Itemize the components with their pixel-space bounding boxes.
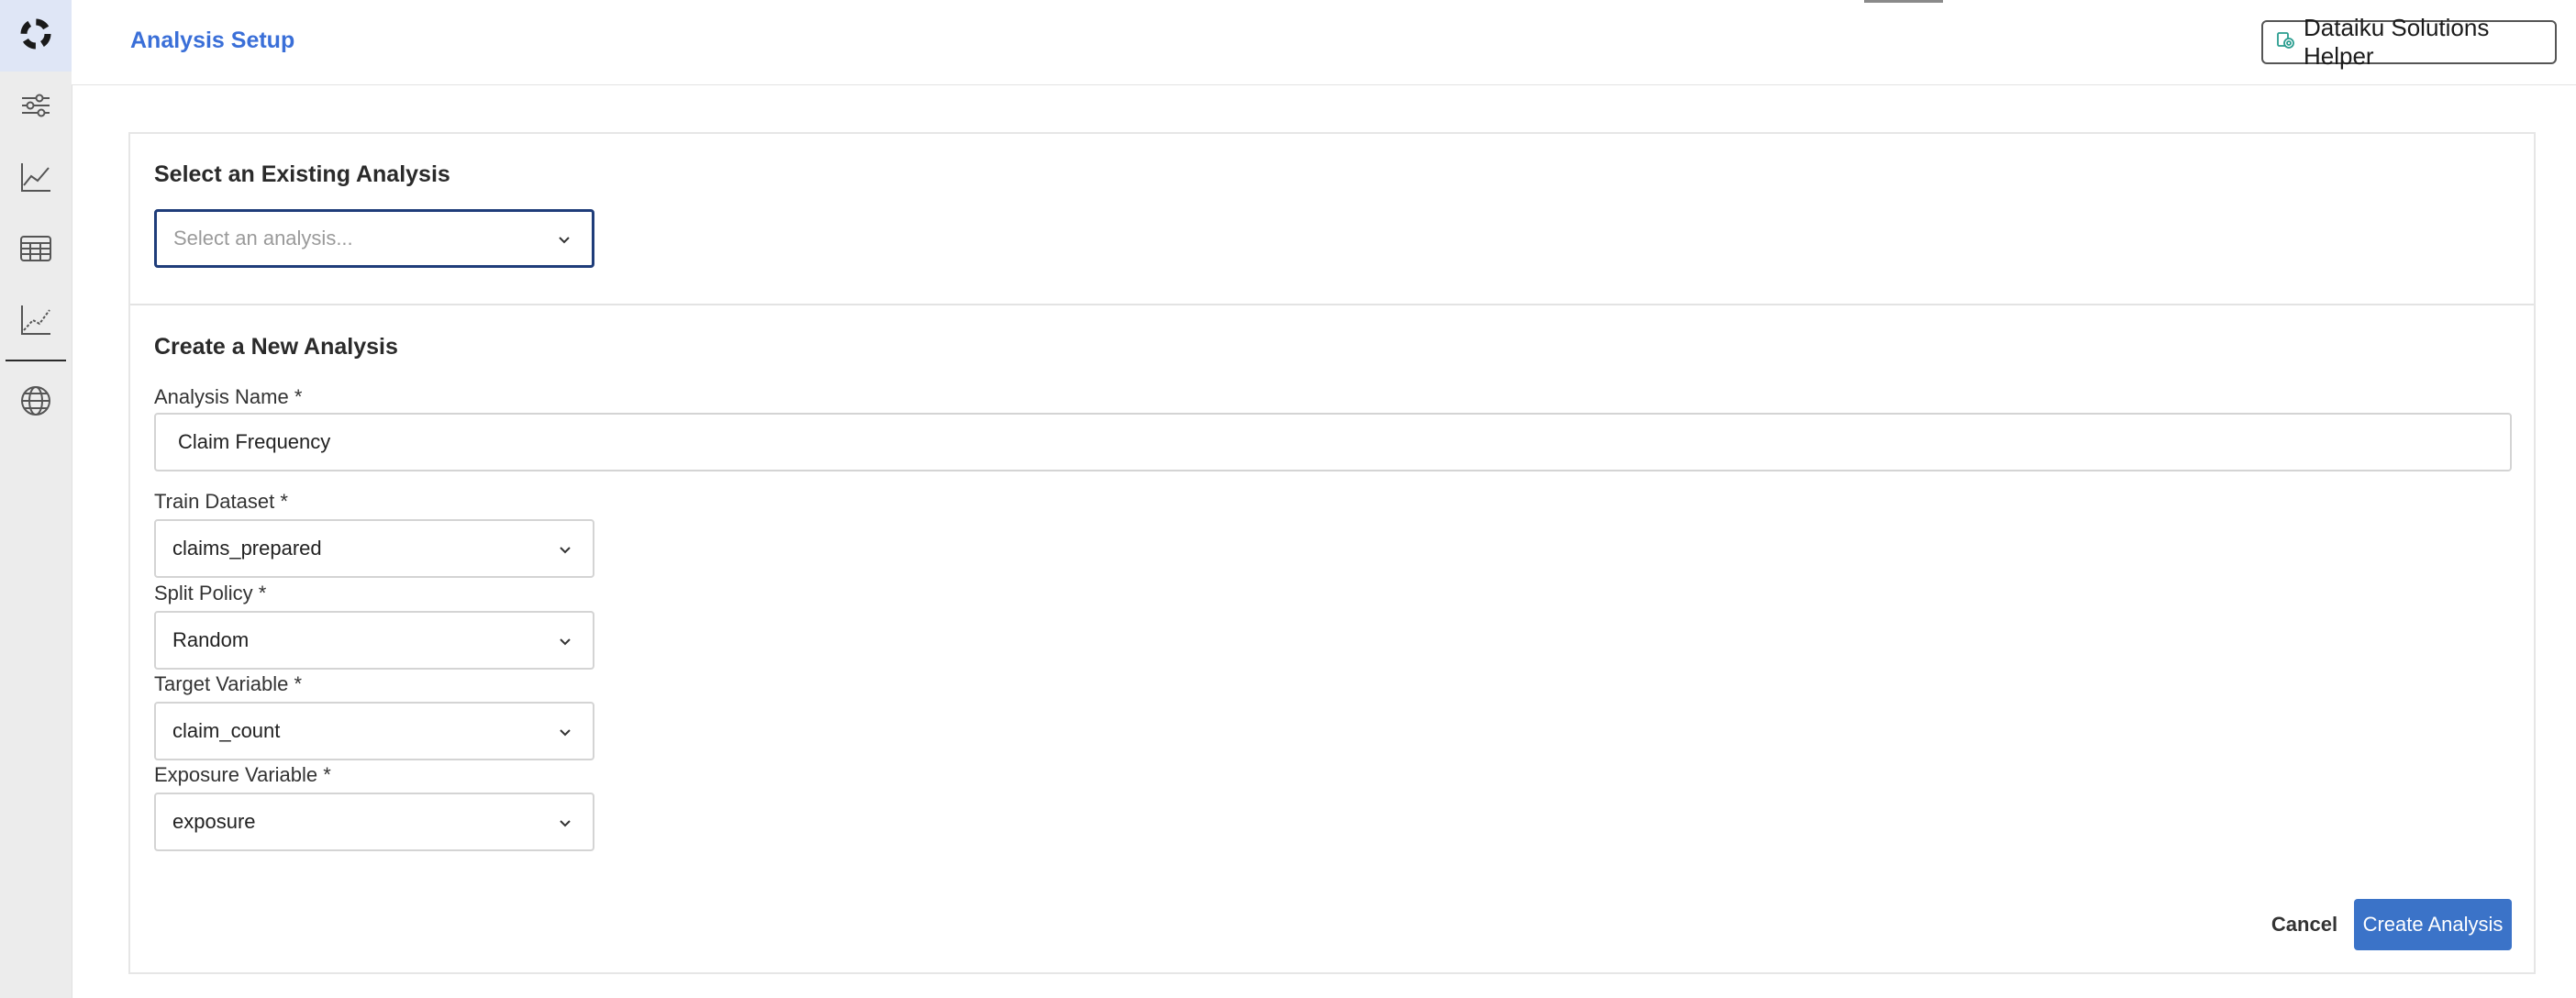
sliders-icon (19, 89, 52, 127)
analysis-setup-card: Select an Existing Analysis Select an an… (128, 132, 2536, 974)
sidebar-item-web[interactable] (0, 367, 72, 438)
existing-analysis-placeholder: Select an analysis... (173, 227, 353, 250)
train-dataset-value: claims_prepared (172, 537, 322, 560)
sidebar-item-home[interactable] (0, 0, 72, 72)
header-bar (72, 0, 2576, 85)
solutions-helper-button[interactable]: Dataiku Solutions Helper (2261, 14, 2557, 70)
table-icon (18, 231, 53, 271)
tab-indicator (1864, 0, 1943, 3)
existing-analysis-title: Select an Existing Analysis (154, 161, 450, 187)
line-chart-icon (18, 160, 53, 199)
page-title: Analysis Setup (130, 28, 295, 53)
analysis-name-value: Claim Frequency (178, 430, 331, 453)
train-dataset-select[interactable]: claims_prepared (154, 519, 594, 578)
split-policy-select[interactable]: Random (154, 611, 594, 670)
existing-analysis-select[interactable]: Select an analysis... (154, 209, 594, 268)
section-divider (130, 304, 2534, 305)
cancel-button[interactable]: Cancel (2259, 899, 2350, 950)
chart-axes-icon (18, 303, 53, 342)
analysis-name-label: Analysis Name * (154, 385, 303, 408)
train-dataset-label: Train Dataset * (154, 490, 288, 513)
globe-icon (18, 383, 53, 423)
target-variable-value: claim_count (172, 719, 281, 742)
sidebar-item-tables[interactable] (0, 215, 72, 286)
helper-icon (2276, 28, 2296, 57)
new-analysis-title: Create a New Analysis (154, 334, 398, 360)
sidebar-item-analysis[interactable] (0, 286, 72, 358)
exposure-variable-select[interactable]: exposure (154, 793, 594, 851)
split-policy-value: Random (172, 628, 250, 651)
exposure-variable-label: Exposure Variable * (154, 763, 331, 786)
chevron-down-icon (558, 628, 572, 652)
chevron-down-icon (558, 537, 572, 560)
sidebar-item-charts[interactable] (0, 143, 72, 215)
sidebar (0, 0, 72, 998)
create-analysis-button[interactable]: Create Analysis (2354, 899, 2512, 950)
app-logo-icon (17, 16, 54, 57)
chevron-down-icon (558, 810, 572, 834)
sidebar-item-settings[interactable] (0, 72, 72, 143)
chevron-down-icon (557, 227, 572, 250)
target-variable-label: Target Variable * (154, 672, 303, 695)
chevron-down-icon (558, 719, 572, 743)
analysis-name-input[interactable]: Claim Frequency (154, 413, 2512, 471)
exposure-variable-value: exposure (172, 810, 256, 833)
split-policy-label: Split Policy * (154, 582, 267, 604)
sidebar-divider (6, 360, 66, 361)
helper-button-label: Dataiku Solutions Helper (2304, 14, 2490, 70)
target-variable-select[interactable]: claim_count (154, 702, 594, 760)
